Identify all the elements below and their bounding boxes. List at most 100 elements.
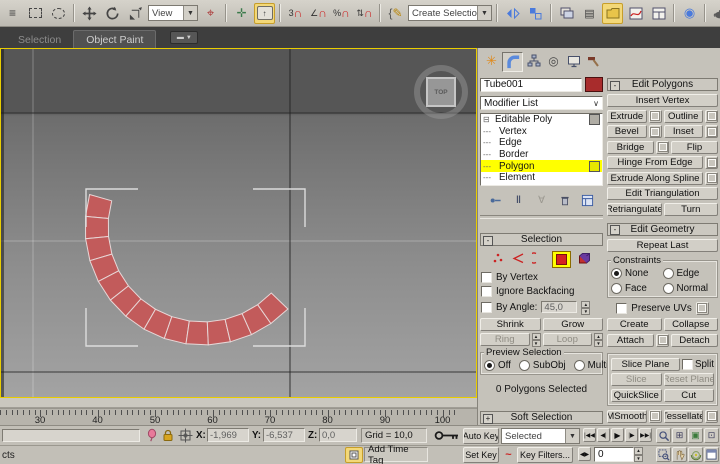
constraint-edge-radio[interactable]: [663, 268, 674, 279]
chevron-down-icon[interactable]: ▼: [565, 429, 579, 443]
retriangulate-button[interactable]: Retriangulate: [607, 203, 662, 216]
collapse-icon[interactable]: -: [610, 81, 620, 91]
shrink-button[interactable]: Shrink: [480, 318, 541, 331]
edit-named-selection-sets-icon[interactable]: {✎: [385, 3, 406, 24]
remove-modifier-icon[interactable]: [558, 193, 572, 207]
extrude-button[interactable]: Extrude: [607, 110, 647, 123]
border-subobject-icon[interactable]: [532, 252, 545, 267]
expand-icon[interactable]: +: [483, 414, 493, 424]
ring-button[interactable]: Ring: [480, 333, 530, 346]
y-coordinate-field[interactable]: -6,537: [263, 428, 305, 442]
edit-polygons-rollout-header[interactable]: - Edit Polygons: [607, 78, 718, 91]
inset-settings-button[interactable]: [705, 125, 718, 138]
object-color-swatch[interactable]: [585, 77, 603, 92]
polygon-subobject-icon-active[interactable]: [552, 251, 571, 268]
subobject-state-icon[interactable]: [589, 161, 600, 172]
zoom-extents-icon[interactable]: ▣: [688, 428, 703, 443]
inset-button[interactable]: Inset: [664, 125, 704, 138]
select-by-name-icon[interactable]: ≡: [2, 3, 23, 24]
display-tab-icon[interactable]: [564, 52, 583, 70]
hierarchy-tab-icon[interactable]: [524, 52, 543, 70]
previous-frame-button[interactable]: ◀|: [597, 428, 610, 442]
go-to-start-button[interactable]: |◀◀: [583, 428, 596, 442]
selection-lock-toggle-icon[interactable]: [161, 428, 175, 446]
flip-button[interactable]: Flip: [671, 141, 718, 154]
angle-snap-toggle-icon[interactable]: ∠∩: [308, 3, 329, 24]
collapse-icon[interactable]: -: [483, 236, 493, 246]
by-angle-checkbox[interactable]: [481, 302, 492, 313]
utilities-tab-icon[interactable]: [584, 52, 603, 70]
key-tangent-icon[interactable]: ~: [502, 447, 515, 462]
ribbon-minimize-button[interactable]: ▬▼: [170, 31, 198, 44]
loop-button[interactable]: Loop: [543, 333, 593, 346]
constraint-normal-radio[interactable]: [663, 283, 674, 294]
configure-modifier-sets-icon[interactable]: [581, 193, 595, 207]
tube-polygon-segment[interactable]: [86, 195, 112, 219]
hinge-settings-button[interactable]: [705, 156, 718, 169]
msmooth-settings-button[interactable]: [649, 410, 662, 423]
timeline[interactable]: 30405060708090100: [0, 398, 477, 425]
attach-settings-button[interactable]: [656, 334, 669, 347]
play-button[interactable]: ▶: [611, 428, 624, 442]
timeline-ruler[interactable]: 30405060708090100: [0, 408, 477, 426]
show-end-result-icon[interactable]: ‖: [512, 193, 526, 207]
viewcube-top-face[interactable]: TOP: [426, 77, 456, 107]
turn-button[interactable]: Turn: [664, 203, 719, 216]
layer-manager-icon[interactable]: [556, 3, 577, 24]
rectangular-selection-region-icon[interactable]: [25, 3, 46, 24]
isolate-selection-toggle-icon[interactable]: [345, 447, 363, 463]
modify-tab-icon[interactable]: [502, 52, 523, 72]
modifier-stack-item[interactable]: ---Edge: [481, 137, 602, 149]
detach-button[interactable]: Detach: [671, 334, 718, 347]
graphite-ribbon-toggle-icon[interactable]: [602, 3, 623, 24]
add-time-tag[interactable]: Add Time Tag: [364, 447, 428, 462]
msmooth-button[interactable]: MSmooth: [607, 410, 647, 423]
snap-toggle-3d-icon[interactable]: 3∩: [285, 3, 306, 24]
set-key-button[interactable]: Set Key: [463, 447, 499, 463]
preview-subobj-radio[interactable]: [519, 360, 530, 371]
curve-editor-icon[interactable]: [625, 3, 646, 24]
loop-spinner[interactable]: ▲▼: [594, 333, 603, 346]
auto-key-button[interactable]: Auto Key: [463, 428, 499, 444]
select-and-move-icon[interactable]: [79, 3, 100, 24]
outline-settings-button[interactable]: [705, 110, 718, 123]
create-tab-icon[interactable]: ✳: [482, 52, 501, 70]
schematic-view-icon[interactable]: [648, 3, 669, 24]
preserve-uvs-settings-button[interactable]: [696, 302, 709, 315]
select-and-scale-icon[interactable]: [125, 3, 146, 24]
soft-selection-rollout-header[interactable]: + Soft Selection: [480, 411, 603, 424]
slice-plane-button[interactable]: Slice Plane: [611, 358, 680, 371]
preview-off-radio[interactable]: [484, 360, 495, 371]
modifier-stack-item[interactable]: ---Border: [481, 149, 602, 161]
motion-tab-icon[interactable]: ◎: [544, 52, 563, 70]
hinge-from-edge-button[interactable]: Hinge From Edge: [607, 156, 703, 169]
attach-button[interactable]: Attach: [607, 334, 654, 347]
quickslice-button[interactable]: QuickSlice: [611, 389, 662, 402]
modifier-stack-item[interactable]: ---Polygon: [481, 160, 602, 172]
mirror-icon[interactable]: [502, 3, 523, 24]
modifier-list-dropdown[interactable]: Modifier List ∨: [480, 96, 603, 110]
selection-rollout-header[interactable]: - Selection: [480, 233, 603, 246]
modifier-stack-item[interactable]: ---Element: [481, 172, 602, 184]
scene-explorer-icon[interactable]: ▤: [579, 3, 600, 24]
zoom-all-icon[interactable]: ⊞: [672, 428, 687, 443]
key-filters-button[interactable]: Key Filters...: [517, 447, 573, 463]
tube-polygon-segment[interactable]: [86, 216, 109, 238]
modifier-stack-item[interactable]: ---Vertex: [481, 126, 602, 138]
bridge-button[interactable]: Bridge: [607, 141, 654, 154]
edge-subobject-icon[interactable]: [512, 252, 525, 267]
edit-geometry-rollout-header[interactable]: - Edit Geometry: [607, 223, 718, 236]
tab-object-paint[interactable]: Object Paint: [73, 30, 156, 48]
grow-button[interactable]: Grow: [543, 318, 604, 331]
by-angle-spinner[interactable]: ▲▼: [581, 301, 590, 314]
viewport-top[interactable]: TOP: [0, 48, 477, 398]
time-slider-track[interactable]: [0, 398, 477, 408]
keyboard-shortcut-override-icon[interactable]: ↑: [254, 3, 275, 24]
extrude-along-spline-button[interactable]: Extrude Along Spline: [607, 172, 703, 185]
insert-vertex-button[interactable]: Insert Vertex: [607, 94, 718, 107]
chevron-down-icon[interactable]: ▼: [183, 6, 197, 20]
extrude-along-spline-settings-button[interactable]: [705, 172, 718, 185]
ignore-backfacing-checkbox[interactable]: [481, 286, 492, 297]
chevron-down-icon[interactable]: ▼: [477, 6, 491, 20]
object-name-input[interactable]: Tube001: [480, 78, 582, 92]
